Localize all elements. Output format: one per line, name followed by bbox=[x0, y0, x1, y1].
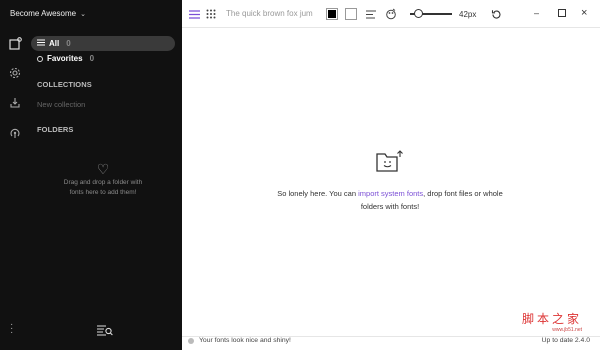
watermark-logo: 脚本之家 www.jb51.net bbox=[522, 310, 582, 333]
font-size-slider-handle[interactable] bbox=[414, 9, 423, 18]
maximize-icon[interactable] bbox=[558, 9, 566, 19]
empty-text-line2: folders with fonts! bbox=[360, 202, 420, 211]
dropzone-text-line1: Drag and drop a folder with bbox=[63, 179, 143, 186]
sidebar: Become Awesome ⌄ All 0 Favorites 0 COLLE… bbox=[0, 0, 182, 350]
heart-icon: ♡ bbox=[96, 161, 110, 177]
palette-icon[interactable] bbox=[384, 7, 398, 21]
import-icon[interactable] bbox=[8, 96, 22, 110]
font-size-value: 42px bbox=[459, 10, 477, 19]
empty-text-part2: , drop font files or whole bbox=[423, 189, 503, 198]
folders-heading: FOLDERS bbox=[37, 125, 74, 134]
minimize-icon[interactable]: – bbox=[534, 8, 539, 18]
sidebar-item-label: All bbox=[49, 39, 60, 48]
all-count: 0 bbox=[66, 39, 71, 48]
new-collection-input[interactable]: New collection bbox=[37, 100, 85, 109]
watermark-title: 脚本之家 bbox=[521, 312, 582, 326]
import-system-fonts-link[interactable]: import system fonts bbox=[358, 189, 423, 198]
sidebar-item-label: Favorites bbox=[47, 54, 83, 63]
version-label: Up to date 2.4.0 bbox=[541, 337, 590, 344]
align-left-icon[interactable] bbox=[365, 7, 377, 21]
list-search-icon[interactable] bbox=[97, 324, 113, 336]
close-icon[interactable]: × bbox=[581, 7, 587, 19]
favorites-count: 0 bbox=[89, 54, 95, 63]
list-view-icon[interactable] bbox=[188, 7, 200, 21]
empty-folder-icon bbox=[375, 150, 405, 174]
empty-state-message: So lonely here. You can import system fo… bbox=[250, 187, 530, 213]
empty-text-part1: So lonely here. You can bbox=[277, 189, 359, 198]
circle-icon bbox=[37, 55, 43, 62]
grid-view-icon[interactable] bbox=[205, 7, 217, 21]
reset-icon[interactable] bbox=[489, 7, 503, 21]
preview-text-input[interactable]: The quick brown fox jum bbox=[226, 9, 320, 18]
library-icon[interactable] bbox=[8, 36, 22, 50]
sidebar-item-all[interactable]: All 0 bbox=[31, 36, 175, 51]
collections-heading: COLLECTIONS bbox=[37, 80, 92, 89]
icon-rail bbox=[0, 28, 28, 350]
dropzone-text-line2: fonts here to add them! bbox=[69, 189, 137, 196]
status-indicator-icon bbox=[188, 338, 194, 344]
list-icon bbox=[37, 39, 45, 48]
sidebar-item-favorites[interactable]: Favorites 0 bbox=[37, 54, 94, 63]
text-color-swatch[interactable] bbox=[326, 8, 338, 20]
chevron-down-icon: ⌄ bbox=[80, 10, 86, 18]
text-color-fill bbox=[328, 10, 336, 18]
more-menu-icon[interactable]: · · · bbox=[10, 320, 13, 338]
folder-dropzone[interactable]: ♡ Drag and drop a folder with fonts here… bbox=[28, 162, 178, 198]
background-color-swatch[interactable] bbox=[345, 8, 357, 20]
broadcast-icon[interactable] bbox=[8, 126, 22, 140]
account-switcher[interactable]: Become Awesome ⌄ bbox=[10, 9, 86, 18]
gear-icon[interactable] bbox=[8, 66, 22, 80]
watermark-url: www.jb51.net bbox=[552, 327, 582, 333]
status-message: Your fonts look nice and shiny! bbox=[199, 337, 291, 344]
account-name: Become Awesome bbox=[10, 9, 77, 18]
